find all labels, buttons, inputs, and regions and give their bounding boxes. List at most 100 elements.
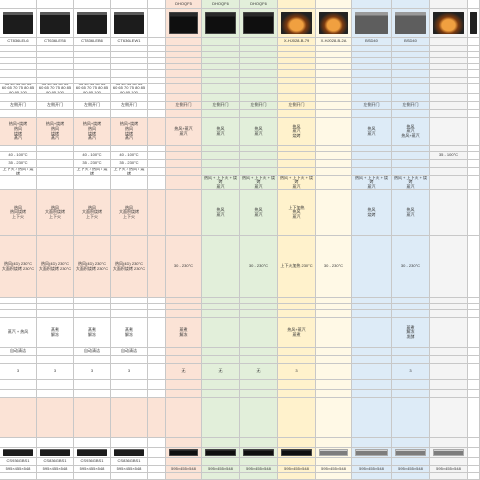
table-cell [240, 398, 278, 438]
table-cell [37, 152, 74, 160]
oven-image [205, 448, 236, 457]
table-cell: 无 [166, 364, 202, 380]
table-cell [202, 473, 240, 480]
table-cell [352, 318, 392, 348]
table-cell [392, 473, 430, 480]
table-cell: 热风 蒸汽 [240, 190, 278, 236]
table-cell [352, 0, 392, 9]
table-cell [202, 458, 240, 466]
table-cell [468, 458, 480, 466]
table-cell: CT836LEL6 [0, 38, 37, 46]
oven-image [77, 11, 107, 35]
table-cell [278, 168, 316, 176]
table-cell: CS836GBS1 [111, 458, 148, 466]
table-cell [468, 0, 480, 9]
table-cell [352, 348, 392, 356]
table-cell [74, 380, 111, 390]
table-cell: 热风 蒸汽 [202, 190, 240, 236]
table-cell: 左侧开门 [0, 102, 37, 110]
table-cell: BSD40 [352, 38, 392, 46]
table-cell [278, 110, 316, 118]
table-cell: 蒸煮 解冻 发酵 [392, 318, 430, 348]
table-cell [74, 70, 111, 78]
table-cell [202, 348, 240, 356]
table-cell [392, 152, 430, 160]
table-cell [166, 84, 202, 94]
image-cell [316, 448, 352, 458]
image-cell [37, 9, 74, 38]
table-cell: 595×455×548 [37, 466, 74, 473]
table-cell: 热风 蒸汽 [202, 118, 240, 146]
table-cell [111, 310, 148, 318]
table-cell: 自动清洁 [111, 348, 148, 356]
image-cell [392, 448, 430, 458]
oven-image [40, 11, 70, 35]
table-cell [240, 168, 278, 176]
table-cell [278, 310, 316, 318]
table-cell [468, 102, 480, 110]
table-cell: 热风(4D) 230°C 大面积烧烤 230°C [0, 236, 37, 298]
table-cell [430, 310, 468, 318]
table-cell [148, 118, 166, 146]
table-cell [0, 70, 37, 78]
table-cell [166, 390, 202, 398]
table-cell [202, 398, 240, 438]
table-cell: 左侧开门 [37, 102, 74, 110]
image-cell [202, 9, 240, 38]
table-cell [468, 356, 480, 364]
table-cell [316, 94, 352, 102]
table-cell [316, 348, 352, 356]
table-cell: 热风 蒸汽 [352, 118, 392, 146]
table-cell [392, 70, 430, 78]
oven-image [168, 448, 199, 457]
table-cell: 595×455×548 [316, 466, 352, 473]
oven-image [3, 448, 33, 457]
table-cell [240, 70, 278, 78]
table-cell [202, 38, 240, 46]
table-cell: 热风(4D) 230°C 大面积烧烤 230°C [74, 236, 111, 298]
table-cell [352, 310, 392, 318]
table-cell [240, 458, 278, 466]
table-cell [37, 398, 74, 438]
table-cell [352, 168, 392, 176]
table-cell: 热风+烧烤 热风 烧烤 蒸汽 [111, 118, 148, 146]
table-cell: 35 - 230°C [74, 160, 111, 168]
oven-image [40, 448, 70, 457]
table-cell [430, 390, 468, 398]
table-cell [111, 0, 148, 9]
table-cell: 3 [74, 364, 111, 380]
table-cell [37, 380, 74, 390]
table-cell [37, 110, 74, 118]
table-cell [202, 390, 240, 398]
table-cell [430, 84, 468, 94]
oven-image [395, 11, 426, 35]
table-cell [430, 176, 468, 190]
table-cell [0, 0, 37, 9]
table-cell [278, 348, 316, 356]
table-cell [392, 398, 430, 438]
table-cell: X-HJ028-B-79 [278, 38, 316, 46]
table-cell [111, 110, 148, 118]
oven-image [433, 11, 464, 35]
table-cell: 上下火 / 热风 / 烧烤 [74, 168, 111, 176]
table-cell [468, 473, 480, 480]
table-cell [468, 398, 480, 438]
oven-image [243, 448, 274, 457]
table-cell [202, 152, 240, 160]
table-cell: 左侧开门 [240, 102, 278, 110]
table-cell [468, 466, 480, 473]
table-cell [166, 458, 202, 466]
table-cell [0, 310, 37, 318]
oven-image [205, 11, 236, 35]
table-cell: DHOQF6 [240, 0, 278, 9]
table-cell [468, 380, 480, 390]
table-cell [74, 438, 111, 448]
table-cell [278, 438, 316, 448]
table-cell [316, 160, 352, 168]
table-cell [468, 364, 480, 380]
table-cell [468, 390, 480, 398]
table-cell: 热风 + 上下火 + 烧烤 蒸汽 [202, 176, 240, 190]
table-cell: 热风+蒸汽 蒸煮 [278, 318, 316, 348]
table-cell [316, 102, 352, 110]
table-cell: 热风 蒸汽 烧烤 [278, 118, 316, 146]
